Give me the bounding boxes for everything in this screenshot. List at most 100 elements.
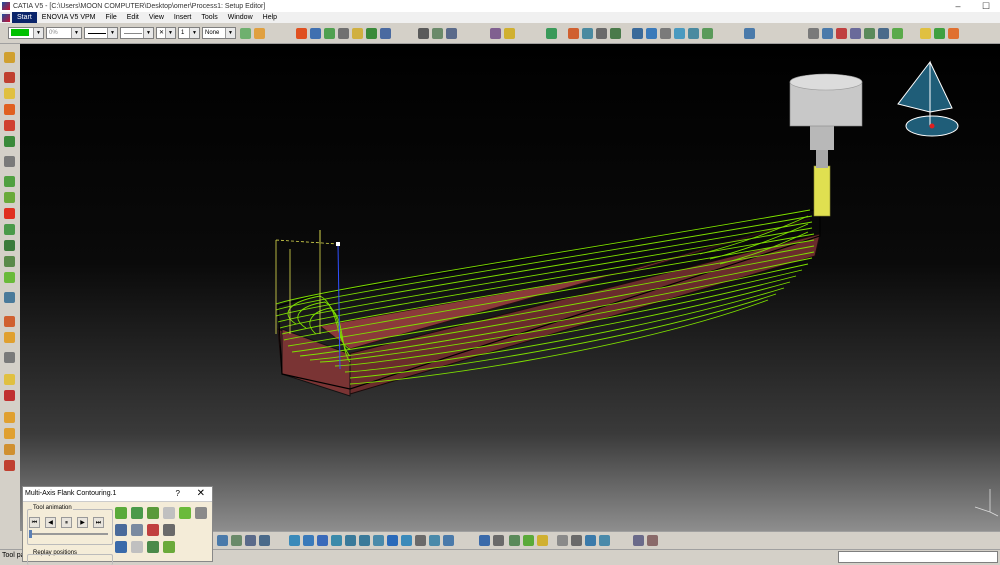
view-mode-icon[interactable] [231, 535, 242, 546]
mfg-feature-icon[interactable] [432, 28, 443, 39]
table-icon[interactable] [493, 535, 504, 546]
measure-icon[interactable] [509, 535, 520, 546]
spiral-icon[interactable] [4, 136, 15, 147]
check-icon[interactable] [610, 28, 621, 39]
settings-icon[interactable] [131, 541, 143, 553]
rework-area-icon[interactable] [4, 428, 15, 439]
analysis-icon[interactable] [582, 28, 593, 39]
point-to-point-icon[interactable] [4, 352, 15, 363]
collision-icon[interactable] [147, 524, 159, 536]
layer-select[interactable]: None ▼ [202, 27, 236, 39]
menu-window[interactable]: Window [223, 12, 258, 23]
nc-output-icon[interactable] [380, 28, 391, 39]
fit-all-icon[interactable] [217, 535, 228, 546]
menu-enovia[interactable]: ENOVIA V5 VPM [37, 12, 101, 23]
menu-view[interactable]: View [144, 12, 169, 23]
shield-icon[interactable] [934, 28, 945, 39]
pause-button[interactable]: ⏸ [61, 517, 72, 528]
measure-icon[interactable] [596, 28, 607, 39]
tpl-replay-icon[interactable] [490, 28, 501, 39]
slider-knob[interactable] [29, 530, 32, 538]
line-weight-number-select[interactable]: 1 ▼ [178, 27, 200, 39]
annotation-icon[interactable] [599, 535, 610, 546]
drilling-icon[interactable] [4, 272, 15, 283]
machine-settings-icon[interactable] [808, 28, 819, 39]
menu-start[interactable]: Start [12, 12, 37, 23]
mfg-view-icon[interactable] [418, 28, 429, 39]
curve-following-icon[interactable] [4, 176, 15, 187]
maximize-button[interactable]: ☐ [972, 0, 1000, 12]
tool-icon[interactable] [147, 541, 159, 553]
3d-viewport[interactable] [20, 44, 1000, 531]
step-forward-button[interactable]: ▶ [77, 517, 88, 528]
plane-icon[interactable] [702, 28, 713, 39]
machine-rotation-icon[interactable] [352, 28, 363, 39]
ruler-icon[interactable] [633, 535, 644, 546]
menu-file[interactable]: File [100, 12, 121, 23]
multi-axis-contour-icon[interactable] [4, 208, 15, 219]
command-input[interactable] [838, 551, 998, 563]
operation-mode-icon[interactable] [163, 507, 175, 519]
copy-transform-icon[interactable] [366, 28, 377, 39]
tpl-simulation-icon[interactable] [504, 28, 515, 39]
rewind-button[interactable]: ⏮ [29, 517, 40, 528]
shading-edges-icon[interactable] [415, 535, 426, 546]
cut-icon[interactable] [557, 535, 568, 546]
start-menu-icon[interactable] [2, 13, 10, 22]
menu-tools[interactable]: Tools [196, 12, 222, 23]
rework-icon[interactable] [4, 292, 15, 303]
mfg-pattern-icon[interactable] [446, 28, 457, 39]
multi-axis-flank-icon[interactable] [4, 224, 15, 235]
render-icon[interactable] [646, 28, 657, 39]
catalog-icon[interactable] [744, 28, 755, 39]
fit-icon[interactable] [303, 535, 314, 546]
plane-icon[interactable] [479, 535, 490, 546]
zoom-in-icon[interactable] [345, 535, 356, 546]
minimize-button[interactable]: – [944, 0, 972, 12]
grid-icon[interactable] [571, 535, 582, 546]
zlevel-icon[interactable] [4, 88, 15, 99]
hide-show-icon[interactable] [660, 28, 671, 39]
tool-path-display-icon[interactable] [195, 507, 207, 519]
properties-icon[interactable] [254, 28, 265, 39]
camera-icon[interactable] [115, 541, 127, 553]
fast-forward-button[interactable]: ⏭ [93, 517, 104, 528]
part-operation-icon[interactable] [296, 28, 307, 39]
step-back-button[interactable]: ◀ [45, 517, 56, 528]
isoparametric-icon[interactable] [4, 120, 15, 131]
tube-machining-icon[interactable] [4, 256, 15, 267]
fill-color-select[interactable]: ▼ [8, 27, 44, 39]
remove-material-icon[interactable] [4, 460, 15, 471]
arrow-icon[interactable] [892, 28, 903, 39]
swap-visible-icon[interactable] [443, 535, 454, 546]
help-button[interactable]: ? [176, 489, 180, 498]
fly-mode-icon[interactable] [289, 535, 300, 546]
animation-speed-slider[interactable] [29, 530, 108, 538]
close-button[interactable]: ✕ [197, 488, 205, 499]
geometry-zone-icon[interactable] [4, 316, 15, 327]
front-view-icon[interactable] [401, 535, 412, 546]
hide-show-icon[interactable] [429, 535, 440, 546]
program-manager-icon[interactable] [310, 28, 321, 39]
rotate-icon[interactable] [331, 535, 342, 546]
workbench-icon[interactable] [948, 28, 959, 39]
menu-edit[interactable]: Edit [122, 12, 144, 23]
menu-insert[interactable]: Insert [169, 12, 197, 23]
video-mode-icon[interactable] [115, 524, 127, 536]
line-icon[interactable] [688, 28, 699, 39]
isometric-view-icon[interactable] [387, 535, 398, 546]
point-symbol-select[interactable]: ✕ ▼ [156, 27, 176, 39]
apply-material-icon[interactable] [523, 535, 534, 546]
menu-help[interactable]: Help [258, 12, 282, 23]
cutter-icon[interactable] [163, 541, 175, 553]
feedrate-icon[interactable] [179, 507, 191, 519]
machining-area-icon[interactable] [4, 412, 15, 423]
contour-driven-icon[interactable] [4, 104, 15, 115]
point-icon[interactable] [674, 28, 685, 39]
sweeping-icon[interactable] [4, 72, 15, 83]
auxiliary-operation-icon[interactable] [546, 28, 557, 39]
multi-axis-helix-icon[interactable] [4, 240, 15, 251]
roughing-icon[interactable] [4, 52, 15, 63]
tool-path-editor-icon[interactable] [878, 28, 889, 39]
limit-line-icon[interactable] [4, 374, 15, 385]
